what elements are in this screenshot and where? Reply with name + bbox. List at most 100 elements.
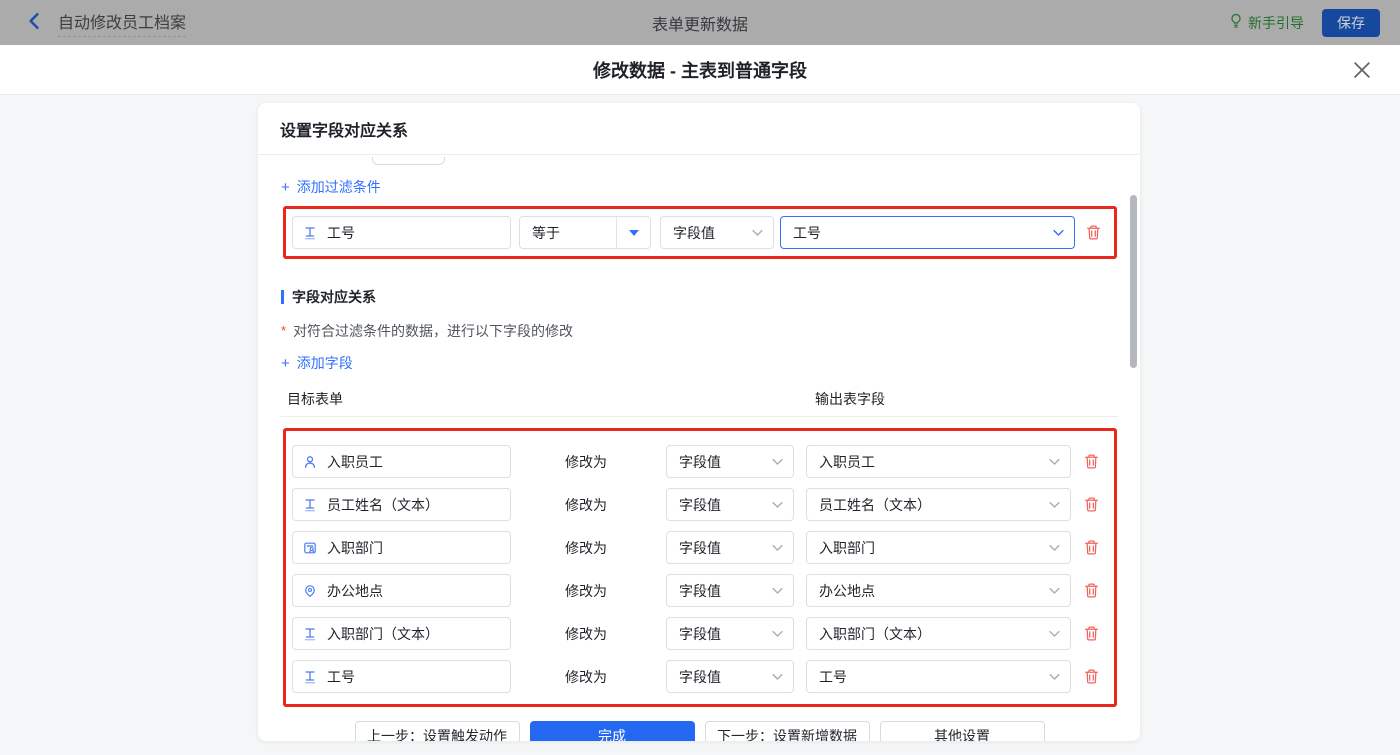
filter-operator-value: 等于 [532, 223, 560, 243]
page-title: 表单更新数据 [0, 11, 1400, 35]
modify-to-label: 修改为 [565, 452, 666, 472]
department-icon [303, 541, 317, 555]
output-field-select[interactable]: 入职员工 [806, 445, 1071, 478]
filter-value-value: 工号 [793, 223, 821, 243]
topbar: 自动修改员工档案 表单更新数据 新手引导 保存 [0, 0, 1400, 45]
target-field-value: 入职员工 [327, 452, 383, 472]
modify-to-label: 修改为 [565, 624, 666, 644]
value-type-select[interactable]: 字段值 [666, 660, 794, 693]
newbie-guide-button[interactable]: 新手引导 [1229, 13, 1304, 33]
output-field-select[interactable]: 员工姓名（文本） [806, 488, 1071, 521]
output-field-select[interactable]: 办公地点 [806, 574, 1071, 607]
mapping-description: 对符合过滤条件的数据，进行以下字段的修改 [293, 321, 573, 341]
mapping-row: 入职部门（文本） 修改为 字段值 入职部门（文本） [292, 617, 1114, 650]
chevron-down-icon [772, 587, 783, 595]
target-field-input[interactable]: 工号 [292, 660, 511, 693]
column-header-target-form: 目标表单 [287, 389, 343, 409]
mapping-row: 工号 修改为 字段值 工号 [292, 660, 1114, 693]
filter-value-select[interactable]: 工号 [780, 216, 1075, 249]
target-field-input[interactable]: 入职部门（文本） [292, 617, 511, 650]
settings-panel: 设置字段对应关系 + 添加过滤条件 工号 等于 [258, 103, 1140, 741]
mapping-row: 入职部门 修改为 字段值 入职部门 [292, 531, 1114, 564]
scrollbar-thumb[interactable] [1130, 195, 1137, 368]
target-field-value: 入职部门（文本） [327, 624, 439, 644]
target-field-value: 员工姓名（文本） [327, 495, 439, 515]
delete-filter-button[interactable] [1084, 224, 1102, 242]
operator-caret-zone[interactable] [616, 217, 650, 248]
delete-row-button[interactable] [1082, 668, 1100, 686]
delete-row-button[interactable] [1082, 582, 1100, 600]
other-settings-button[interactable]: 其他设置 [880, 721, 1045, 741]
filter-value-type-select[interactable]: 字段值 [660, 216, 774, 249]
add-field-label: 添加字段 [297, 353, 353, 373]
target-field-input[interactable]: 员工姓名（文本） [292, 488, 511, 521]
text-icon [303, 670, 317, 684]
filter-condition-row: 工号 等于 字段值 工号 [292, 216, 1114, 249]
target-field-input[interactable]: 办公地点 [292, 574, 511, 607]
target-field-value: 办公地点 [327, 581, 383, 601]
mapping-column-headers: 目标表单 输出表字段 [281, 389, 1118, 409]
filter-field-input[interactable]: 工号 [292, 216, 511, 249]
filter-condition-highlight-box: 工号 等于 字段值 工号 [283, 206, 1117, 259]
clipped-select-bottom [372, 157, 445, 165]
save-button[interactable]: 保存 [1322, 9, 1380, 37]
target-field-value: 入职部门 [327, 538, 383, 558]
output-field-value: 入职员工 [819, 452, 875, 472]
chevron-down-icon [772, 630, 783, 638]
value-type-value: 字段值 [679, 495, 721, 515]
next-step-button[interactable]: 下一步：设置新增数据 [705, 721, 870, 741]
required-asterisk: * [281, 323, 286, 338]
delete-row-button[interactable] [1082, 539, 1100, 557]
wizard-footer: 上一步：设置触发动作 完成 下一步：设置新增数据 其他设置 [281, 721, 1118, 741]
value-type-select[interactable]: 字段值 [666, 445, 794, 478]
chevron-down-icon [772, 544, 783, 552]
modify-to-label: 修改为 [565, 538, 666, 558]
modify-to-label: 修改为 [565, 495, 666, 515]
newbie-guide-label: 新手引导 [1248, 13, 1304, 33]
output-field-select[interactable]: 入职部门（文本） [806, 617, 1071, 650]
done-button[interactable]: 完成 [530, 721, 695, 741]
field-mapping-highlight-box: 入职员工 修改为 字段值 入职员工 [283, 428, 1117, 707]
text-icon [303, 226, 317, 240]
value-type-select[interactable]: 字段值 [666, 531, 794, 564]
modify-to-label: 修改为 [565, 667, 666, 687]
output-field-select[interactable]: 入职部门 [806, 531, 1071, 564]
target-field-input[interactable]: 入职员工 [292, 445, 511, 478]
chevron-down-icon [1049, 458, 1060, 466]
panel-title: 设置字段对应关系 [258, 103, 1140, 155]
close-button[interactable] [1350, 58, 1374, 82]
mapping-description-row: * 对符合过滤条件的数据，进行以下字段的修改 [281, 321, 1118, 341]
filter-field-value: 工号 [327, 223, 355, 243]
text-icon [303, 498, 317, 512]
prev-step-button[interactable]: 上一步：设置触发动作 [355, 721, 520, 741]
chevron-down-icon [1049, 544, 1060, 552]
delete-row-button[interactable] [1082, 625, 1100, 643]
value-type-select[interactable]: 字段值 [666, 617, 794, 650]
chevron-down-icon [1049, 501, 1060, 509]
chevron-down-icon [772, 673, 783, 681]
divider [281, 416, 1118, 417]
output-field-select[interactable]: 工号 [806, 660, 1071, 693]
target-field-input[interactable]: 入职部门 [292, 531, 511, 564]
delete-row-button[interactable] [1082, 496, 1100, 514]
add-filter-condition-link[interactable]: + 添加过滤条件 [281, 177, 381, 197]
add-filter-condition-label: 添加过滤条件 [297, 177, 381, 197]
output-field-value: 员工姓名（文本） [819, 495, 931, 515]
modify-to-label: 修改为 [565, 581, 666, 601]
value-type-value: 字段值 [679, 624, 721, 644]
delete-row-button[interactable] [1082, 453, 1100, 471]
output-field-value: 办公地点 [819, 581, 875, 601]
modal-title: 修改数据 - 主表到普通字段 [593, 57, 807, 83]
filter-operator-select[interactable]: 等于 [519, 216, 651, 249]
value-type-value: 字段值 [679, 581, 721, 601]
value-type-value: 字段值 [679, 667, 721, 687]
value-type-select[interactable]: 字段值 [666, 488, 794, 521]
user-icon [303, 455, 317, 469]
add-field-link[interactable]: + 添加字段 [281, 353, 353, 373]
value-type-select[interactable]: 字段值 [666, 574, 794, 607]
value-type-value: 字段值 [679, 452, 721, 472]
value-type-value: 字段值 [679, 538, 721, 558]
chevron-down-icon [1049, 587, 1060, 595]
output-field-value: 入职部门（文本） [819, 624, 931, 644]
output-field-value: 工号 [819, 667, 847, 687]
